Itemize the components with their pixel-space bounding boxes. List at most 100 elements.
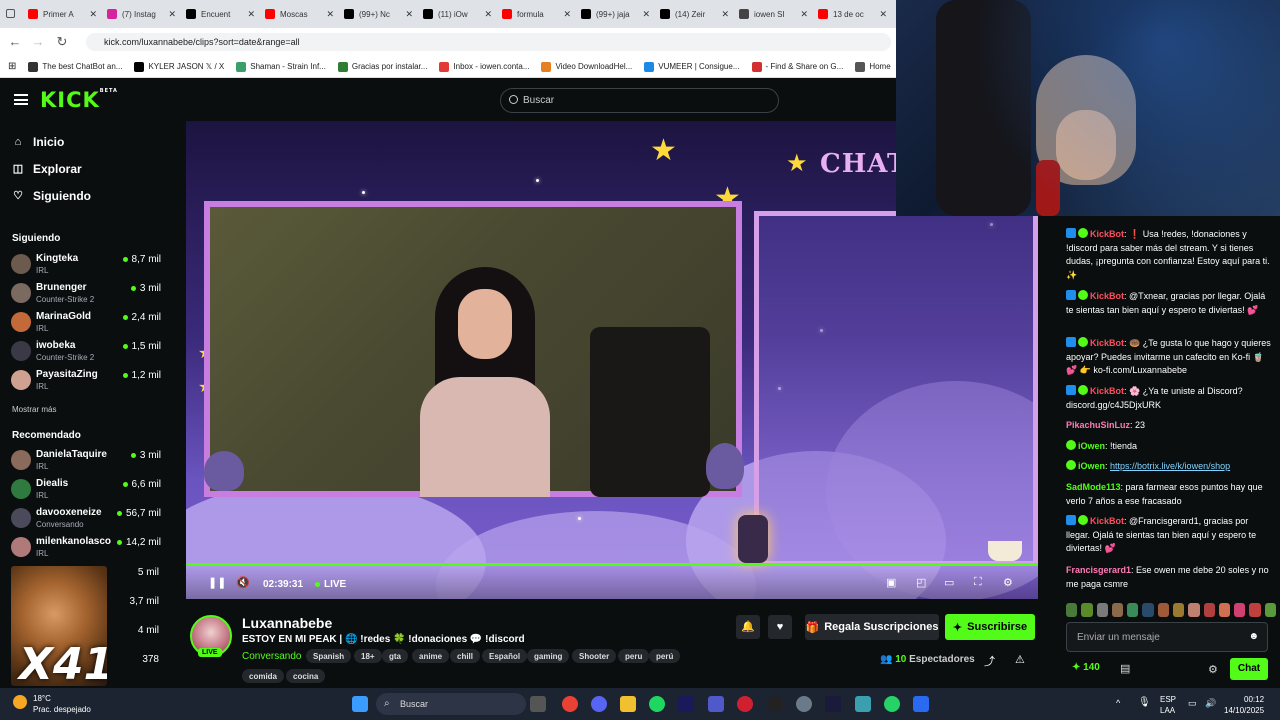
taskbar-search[interactable]: ⌕ Buscar <box>376 693 526 715</box>
task-view-icon[interactable] <box>530 696 546 712</box>
tab-close-icon[interactable]: ✕ <box>484 9 492 20</box>
bookmark-item[interactable]: VUMEER | Consigue... <box>644 61 740 72</box>
theater-icon[interactable]: ▭ <box>944 576 954 589</box>
chat-username[interactable]: KickBot <box>1090 229 1124 239</box>
report-icon[interactable]: ⚠ <box>1015 653 1025 666</box>
emote[interactable] <box>1157 603 1169 617</box>
stream-tag[interactable]: gaming <box>527 649 570 663</box>
browser-tab[interactable]: iowen SI ✕ <box>733 2 812 26</box>
opera-icon[interactable] <box>737 696 753 712</box>
chat-link[interactable]: https://botrix.live/k/iowen/shop <box>1110 461 1230 471</box>
tab-close-icon[interactable]: ✕ <box>642 9 650 20</box>
sidebar-channel[interactable]: PayasitaZing IRL 1,2 mil <box>11 367 161 393</box>
emote[interactable] <box>1234 603 1246 617</box>
emote[interactable] <box>1172 603 1185 617</box>
apps-icon[interactable]: ⊞ <box>8 61 16 72</box>
language-indicator[interactable]: ESP LAA <box>1160 694 1176 716</box>
sidebar-channel[interactable]: MarinaGold IRL 2,4 mil <box>11 309 161 335</box>
back-icon[interactable]: ← <box>3 34 27 49</box>
tab-close-icon[interactable]: ✕ <box>879 9 887 20</box>
stream-tag[interactable]: Spanish <box>306 649 352 663</box>
menu-icon[interactable] <box>14 94 28 105</box>
clock[interactable]: 00:12 14/10/2025 <box>1224 694 1264 716</box>
forward-icon[interactable]: → <box>26 34 50 49</box>
browser-tab[interactable]: (99+) jaja ✕ <box>575 2 654 26</box>
clip-icon[interactable]: ▣ <box>886 576 896 589</box>
chat-username[interactable]: PikachuSinLuz <box>1066 420 1130 430</box>
premiere-icon[interactable] <box>678 696 694 712</box>
app-icon[interactable] <box>767 696 783 712</box>
browser-tab[interactable]: Primer A ✕ <box>22 2 101 26</box>
bookmark-item[interactable]: Video DownloadHel... <box>541 61 632 72</box>
emoji-icon[interactable]: ☻ <box>1248 631 1259 642</box>
weather-widget[interactable]: 18°C Prac. despejado <box>13 693 91 715</box>
stream-tag[interactable]: gta <box>382 649 408 663</box>
browser-tab[interactable]: Moscas ✕ <box>259 2 338 26</box>
store-icon[interactable]: ▤ <box>1120 662 1130 675</box>
chat-username[interactable]: iOwen <box>1078 461 1105 471</box>
app-icon[interactable] <box>913 696 929 712</box>
tab-close-icon[interactable]: ✕ <box>89 9 97 20</box>
follow-heart-button[interactable]: ♥ <box>768 615 792 639</box>
gift-subs-button[interactable]: 🎁 Regala Suscripciones <box>805 614 939 640</box>
obs-icon[interactable] <box>825 696 841 712</box>
bookmark-item[interactable]: Shaman - Strain Inf... <box>236 61 326 72</box>
tab-close-icon[interactable]: ✕ <box>405 9 413 20</box>
stream-category[interactable]: Conversando <box>242 651 301 662</box>
browser-tab[interactable]: formula ✕ <box>496 2 575 26</box>
browser-tab[interactable]: (99+) Nc ✕ <box>338 2 417 26</box>
mic-icon[interactable]: 🎙 <box>1138 697 1151 708</box>
discord-icon[interactable] <box>591 696 607 712</box>
bookmark-item[interactable]: - Find & Share on G... <box>751 61 843 72</box>
emote[interactable] <box>1188 603 1200 617</box>
browser-tab[interactable]: (7) Instag ✕ <box>101 2 180 26</box>
stream-tag[interactable]: anime <box>412 649 450 663</box>
tab-close-icon[interactable]: ✕ <box>563 9 571 20</box>
browser-tab[interactable]: (14) Zeir ✕ <box>654 2 733 26</box>
teams-icon[interactable] <box>708 696 724 712</box>
emote[interactable] <box>1127 603 1139 617</box>
share-icon[interactable]: ⤴ <box>984 653 995 669</box>
search-input[interactable]: Buscar <box>500 88 779 113</box>
reload-icon[interactable]: ↻ <box>50 34 74 50</box>
chat-username[interactable]: KickBot <box>1090 386 1124 396</box>
fullscreen-icon[interactable]: ⛶ <box>974 576 982 589</box>
emote[interactable] <box>1066 603 1078 617</box>
stream-tag[interactable]: cocina <box>286 669 326 683</box>
emote[interactable] <box>1142 603 1154 617</box>
chat-username[interactable]: KickBot <box>1090 338 1124 348</box>
stream-tag[interactable]: chill <box>450 649 481 663</box>
browser-tab[interactable]: (11) iOw ✕ <box>417 2 496 26</box>
emote[interactable] <box>1264 603 1276 617</box>
app-icon[interactable] <box>855 696 871 712</box>
miniplayer-icon[interactable]: ◰ <box>916 576 926 589</box>
stream-tag[interactable]: Shooter <box>572 649 617 663</box>
show-more-link[interactable]: Mostrar más <box>12 405 56 414</box>
sidebar-channel[interactable]: DanielaTaquire IRL 3 mil <box>11 447 161 473</box>
bookmark-item[interactable]: Gracias por instalar... <box>337 61 427 72</box>
chat-username[interactable]: Francisgerard1 <box>1066 565 1131 575</box>
bookmark-item[interactable]: The best ChatBot an... <box>28 61 122 72</box>
tab-close-icon[interactable]: ✕ <box>168 9 176 20</box>
stream-tag[interactable]: perú <box>649 649 681 663</box>
sidebar-channel[interactable]: milenkanolasco IRL 14,2 mil <box>11 534 161 560</box>
stream-tag[interactable]: comida <box>242 669 285 683</box>
volume-icon[interactable]: 🔊 <box>1205 698 1216 709</box>
bookmark-item[interactable]: KYLER JASON 𝕏 / X <box>134 61 224 72</box>
subscribe-button[interactable]: ✦ Suscribirse <box>945 614 1035 640</box>
sidebar-channel[interactable]: Diealis IRL 6,6 mil <box>11 476 161 502</box>
chat-username[interactable]: iOwen <box>1078 441 1105 451</box>
tab-search-icon[interactable] <box>6 9 15 18</box>
chat-username[interactable]: KickBot <box>1090 516 1124 526</box>
browser-tab[interactable]: 13 de oc ✕ <box>812 2 891 26</box>
kick-logo[interactable]: KICKBETA <box>40 88 118 112</box>
chat-username[interactable]: SadMode113 <box>1066 482 1121 492</box>
sidebar-channel[interactable]: Kingteka IRL 8,7 mil <box>11 251 161 277</box>
tab-close-icon[interactable]: ✕ <box>800 9 808 20</box>
whatsapp-icon[interactable] <box>884 696 900 712</box>
bookmark-item[interactable]: Home <box>855 61 891 72</box>
emote[interactable] <box>1203 603 1215 617</box>
chrome-icon[interactable] <box>562 696 578 712</box>
tab-close-icon[interactable]: ✕ <box>247 9 255 20</box>
sidebar-channel[interactable]: Brunenger Counter-Strike 2 3 mil <box>11 280 161 306</box>
